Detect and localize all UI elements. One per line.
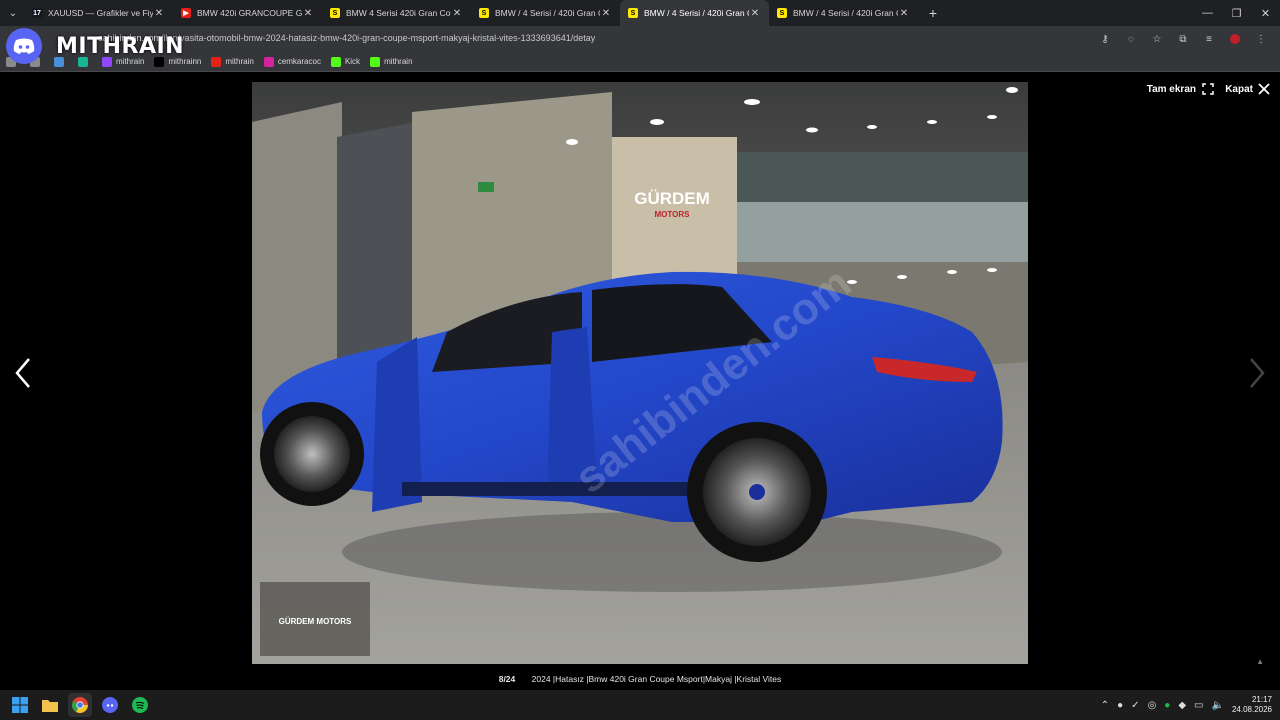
new-tab-button[interactable]: +: [922, 5, 944, 21]
clock-date: 24.08.2026: [1231, 705, 1272, 714]
bookmarks-bar: mithrain mithrainn mithrain cemkaracoc Kick m…: [0, 52, 1280, 72]
youtube-icon: [211, 56, 222, 67]
browser-tab[interactable]: S BMW / 4 Serisi / 420i Gran Cou✕: [620, 0, 769, 26]
sahibinden-icon: S: [330, 8, 340, 18]
taskbar: ⌃ ● ✓ ◎ ● ◆ ▭ 🔈 21:17 24.08.2026: [0, 690, 1280, 720]
instagram-icon: [263, 56, 274, 67]
bookmark-item[interactable]: cemkaracoc: [263, 56, 321, 67]
tab-title: BMW / 4 Serisi / 420i Gran Cou: [495, 8, 600, 18]
tab-title: BMW 420i GRANCOUPE G26 D: [197, 8, 302, 18]
close-tab-icon[interactable]: ✕: [600, 8, 612, 19]
tab-title: BMW 4 Serisi 420i Gran Coupe: [346, 8, 451, 18]
close-viewer-button[interactable]: Kapat: [1225, 83, 1270, 95]
chevron-left-icon: [15, 358, 30, 388]
clock-time: 21:17: [1251, 695, 1272, 704]
dealer-sign-sub: MOTORS: [655, 210, 691, 219]
tab-title: XAUUSD — Grafikler ve Fiyatlar: [48, 8, 153, 18]
password-key-icon[interactable]: ⚷: [1096, 30, 1114, 48]
spotify-tray-icon[interactable]: ●: [1164, 700, 1170, 711]
start-icon[interactable]: [8, 693, 32, 717]
close-tab-icon[interactable]: ✕: [153, 8, 165, 19]
bookmark-label: Kick: [344, 57, 361, 66]
dealer-badge: GÜRDEM MOTORS: [279, 617, 352, 626]
browser-tab[interactable]: ▶ BMW 420i GRANCOUPE G26 D✕: [173, 0, 322, 26]
bookmark-label: mithrain: [225, 57, 254, 66]
menu-icon[interactable]: ⋮: [1252, 30, 1270, 48]
discord-icon: [6, 28, 42, 64]
address-bar: sahibinden.com/ilan/vasita-otomobil-bmw-…: [0, 26, 1280, 52]
minimize-icon[interactable]: —: [1193, 0, 1222, 26]
tray-overflow-icon[interactable]: ⌃: [1101, 700, 1109, 711]
browser-tab[interactable]: 17 XAUUSD — Grafikler ve Fiyatlar✕: [24, 0, 173, 26]
photo-viewer: Tam ekran Kapat GÜRDEM MOTORS sahibinden…: [0, 73, 1280, 690]
streamer-name: MITHRAIN: [56, 33, 185, 59]
eye-off-icon[interactable]: ◌: [1122, 30, 1140, 48]
bookmark-label: cemkaracoc: [277, 57, 321, 66]
media-icon[interactable]: ≡: [1200, 30, 1218, 48]
steam-tray-icon[interactable]: ◎: [1148, 700, 1157, 711]
chrome-icon[interactable]: [68, 693, 92, 717]
discord-taskbar-icon[interactable]: [98, 693, 122, 717]
fullscreen-icon: [1202, 83, 1214, 95]
sahibinden-icon: S: [777, 8, 787, 18]
monitor-icon[interactable]: ▭: [1194, 700, 1203, 711]
streamer-overlay: MITHRAIN: [6, 28, 184, 64]
tradingview-icon: 17: [32, 8, 42, 18]
tab-strip: ⌄ 17XAUUSD — Grafikler ve Fiyatlar✕▶BMW …: [0, 0, 1280, 26]
bookmark-star-icon[interactable]: ☆: [1148, 30, 1166, 48]
browser-tab[interactable]: S BMW / 4 Serisi / 420i Gran Cou✕: [769, 0, 918, 26]
bookmark-label: mithrain: [384, 57, 413, 66]
car-photo-image: GÜRDEM MOTORS sahibinden.com GÜRDEM MOTO…: [252, 82, 1028, 664]
previous-photo-button[interactable]: [8, 353, 38, 393]
fullscreen-button[interactable]: Tam ekran: [1147, 83, 1214, 95]
close-window-icon[interactable]: ✕: [1251, 0, 1280, 26]
fullscreen-label: Tam ekran: [1146, 83, 1196, 95]
clock[interactable]: 21:17 24.08.2026: [1232, 695, 1272, 715]
youtube-icon: ▶: [181, 8, 191, 18]
bookmark-item[interactable]: mithrain: [211, 56, 254, 67]
photo-counter: 8/24: [498, 674, 516, 684]
close-tab-icon[interactable]: ✕: [898, 8, 910, 19]
file-explorer-icon[interactable]: [38, 693, 62, 717]
volume-icon[interactable]: 🔈: [1212, 700, 1224, 711]
browser-tab[interactable]: S BMW / 4 Serisi / 420i Gran Cou✕: [471, 0, 620, 26]
close-tab-icon[interactable]: ✕: [749, 8, 761, 19]
tab-search-icon[interactable]: ⌄: [2, 2, 24, 24]
dealer-sign: GÜRDEM: [634, 189, 710, 208]
close-icon: [1258, 83, 1270, 95]
url-path: /ilan/vasita-otomobil-bmw-2024-hatasiz-b…: [161, 33, 596, 43]
browser-tab[interactable]: S BMW 4 Serisi 420i Gran Coupe✕: [322, 0, 471, 26]
profile-avatar[interactable]: [1226, 30, 1244, 48]
shield-tray-icon[interactable]: ◆: [1178, 700, 1186, 711]
check-tray-icon[interactable]: ✓: [1131, 700, 1139, 711]
kick-icon: [330, 56, 341, 67]
close-label: Kapat: [1225, 83, 1253, 95]
bookmark-item[interactable]: Kick: [330, 56, 361, 67]
tab-title: BMW / 4 Serisi / 420i Gran Cou: [793, 8, 898, 18]
close-tab-icon[interactable]: ✕: [451, 8, 463, 19]
photo-caption: 8/24 2024 |Hatasız |Bmw 420i Gran Coupe …: [0, 674, 1280, 684]
window-controls: — ❐ ✕: [1193, 0, 1280, 26]
photo-title: 2024 |Hatasız |Bmw 420i Gran Coupe Mspor…: [531, 674, 782, 684]
next-photo-button[interactable]: [1242, 353, 1272, 393]
close-tab-icon[interactable]: ✕: [302, 8, 314, 19]
scroll-up-icon[interactable]: ▲: [1256, 657, 1264, 666]
system-tray: ⌃ ● ✓ ◎ ● ◆ ▭ 🔈 21:17 24.08.2026: [1101, 690, 1272, 720]
listing-photo: GÜRDEM MOTORS sahibinden.com GÜRDEM MOTO…: [252, 82, 1028, 664]
tab-title: BMW / 4 Serisi / 420i Gran Cou: [644, 8, 749, 18]
sahibinden-icon: S: [628, 8, 638, 18]
bookmark-item[interactable]: mithrain: [370, 56, 413, 67]
restore-icon[interactable]: ❐: [1222, 0, 1251, 26]
sahibinden-icon: S: [479, 8, 489, 18]
kick-icon: [370, 56, 381, 67]
chevron-right-icon: [1250, 358, 1265, 388]
discord-tray-icon[interactable]: ●: [1117, 700, 1123, 711]
extensions-icon[interactable]: ⧉: [1174, 30, 1192, 48]
spotify-icon[interactable]: [128, 693, 152, 717]
